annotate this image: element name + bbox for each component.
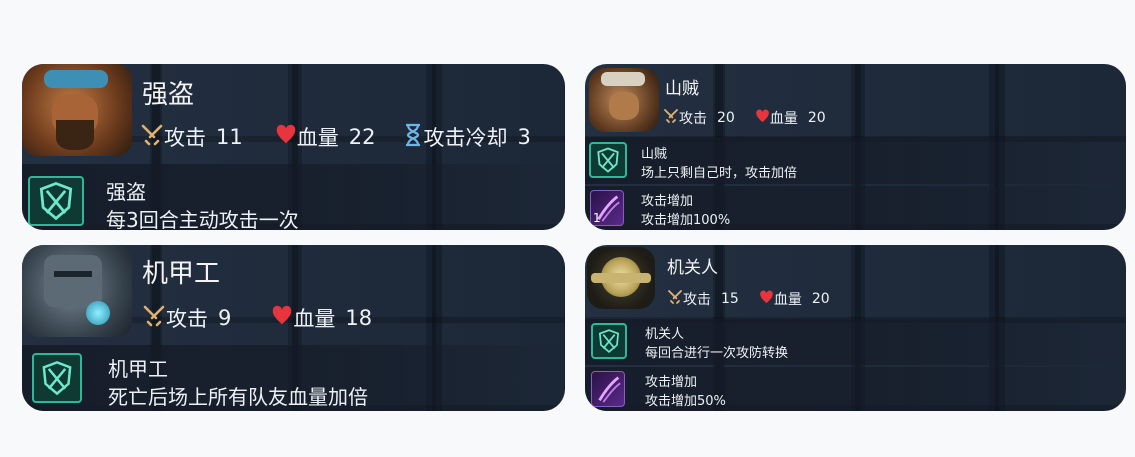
unit-name: 机关人 xyxy=(667,258,718,278)
unit-stats: 攻击 15 血量 20 xyxy=(667,289,830,309)
sword-icon xyxy=(667,289,683,309)
hp-label: 血量 xyxy=(769,111,798,127)
sword-icon xyxy=(663,108,679,128)
attack-label: 攻击 xyxy=(679,111,707,127)
mech-worker-portrait xyxy=(22,245,132,337)
cooldown-value: 3 xyxy=(517,125,531,149)
unit-card-mountain-bandit[interactable]: 山贼 攻击 20 血量 20 山贼 场上只剩自己时，攻击加倍 1 攻击增加 攻击… xyxy=(585,64,1126,230)
skill-row: 山贼 场上只剩自己时，攻击加倍 xyxy=(585,137,1126,184)
attack-value: 15 xyxy=(721,291,739,307)
heart-icon xyxy=(271,305,293,332)
buff-row: 攻击增加 攻击增加50% xyxy=(585,367,1126,411)
claw-slash-icon xyxy=(591,371,625,407)
unit-card-mech-worker[interactable]: 机甲工 攻击 9 血量 18 机甲工 死亡后场上所有队友血量加倍 xyxy=(22,245,565,411)
attack-value: 9 xyxy=(218,306,232,330)
hp-stat: 血量 22 xyxy=(275,122,376,152)
shield-crossed-icon xyxy=(589,142,627,178)
attack-value: 20 xyxy=(717,110,735,126)
hp-stat: 血量 20 xyxy=(755,108,826,128)
unit-stats: 攻击 20 血量 20 xyxy=(663,108,826,128)
hp-stat: 血量 20 xyxy=(759,289,830,309)
skill-desc: 死亡后场上所有队友血量加倍 xyxy=(108,385,368,409)
skill-desc: 场上只剩自己时，攻击加倍 xyxy=(641,166,798,181)
bandit-portrait xyxy=(22,64,132,156)
attack-label: 攻击 xyxy=(683,292,711,308)
sword-icon xyxy=(142,304,166,333)
skill-desc: 每回合进行一次攻防转换 xyxy=(645,346,789,361)
mountain-bandit-portrait xyxy=(589,68,659,132)
shield-crossed-icon xyxy=(32,353,82,403)
sword-icon xyxy=(140,123,164,152)
unit-name: 强盗 xyxy=(142,80,195,110)
unit-stats: 攻击 11 血量 22 攻击冷却 3 xyxy=(140,122,531,152)
skill-title: 机关人 xyxy=(645,327,685,342)
unit-name: 机甲工 xyxy=(142,259,221,289)
unit-name: 山贼 xyxy=(665,79,699,99)
buff-desc: 攻击增加100% xyxy=(641,213,731,228)
hp-label: 血量 xyxy=(293,307,336,331)
skill-row: 机甲工 死亡后场上所有队友血量加倍 xyxy=(22,345,565,411)
heart-icon xyxy=(275,124,297,151)
hp-label: 血量 xyxy=(296,126,339,150)
attack-label: 攻击 xyxy=(164,126,206,150)
automaton-portrait xyxy=(587,247,655,309)
attack-stat: 攻击 20 xyxy=(663,108,735,128)
unit-stats: 攻击 9 血量 18 xyxy=(142,303,372,333)
buff-row: 1 攻击增加 攻击增加100% xyxy=(585,186,1126,230)
buff-count: 1 xyxy=(593,211,601,225)
attack-label: 攻击 xyxy=(166,307,208,331)
hp-value: 20 xyxy=(811,291,830,307)
hourglass-icon xyxy=(403,123,423,152)
hp-value: 18 xyxy=(345,306,373,330)
hp-label: 血量 xyxy=(773,292,802,308)
attack-stat: 攻击 9 xyxy=(142,303,231,333)
shield-crossed-icon xyxy=(591,323,627,359)
skill-row: 机关人 每回合进行一次攻防转换 xyxy=(585,319,1126,365)
shield-crossed-icon xyxy=(28,176,84,226)
skill-title: 山贼 xyxy=(641,147,668,162)
attack-value: 11 xyxy=(216,125,243,149)
heart-icon xyxy=(755,109,770,128)
skill-title: 机甲工 xyxy=(108,357,168,381)
hp-value: 22 xyxy=(348,125,376,149)
unit-card-automaton[interactable]: 机关人 攻击 15 血量 20 机关人 每回合进行一次攻防转换 攻击增加 攻击增… xyxy=(585,245,1126,411)
skill-desc: 每3回合主动攻击一次 xyxy=(106,208,299,230)
skill-title: 强盗 xyxy=(106,180,146,204)
attack-stat: 攻击 11 xyxy=(140,122,243,152)
buff-title: 攻击增加 xyxy=(641,194,694,209)
hp-stat: 血量 18 xyxy=(271,303,372,333)
buff-title: 攻击增加 xyxy=(645,375,698,390)
buff-desc: 攻击增加50% xyxy=(645,394,726,409)
heart-icon xyxy=(759,290,774,309)
hp-value: 20 xyxy=(807,110,826,126)
skill-row: 强盗 每3回合主动攻击一次 xyxy=(22,164,565,230)
cooldown-stat: 攻击冷却 3 xyxy=(403,122,531,152)
cooldown-label: 攻击冷却 xyxy=(423,126,508,150)
unit-card-bandit[interactable]: 强盗 攻击 11 血量 22 攻击冷却 3 强盗 每3回合主动攻击一次 xyxy=(22,64,565,230)
claw-slash-icon: 1 xyxy=(590,190,624,226)
attack-stat: 攻击 15 xyxy=(667,289,739,309)
